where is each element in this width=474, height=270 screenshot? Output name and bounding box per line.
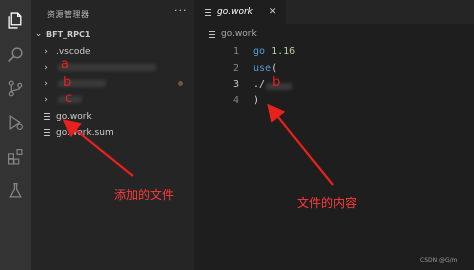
code-line[interactable]: use( — [253, 63, 277, 74]
file-lines-icon — [43, 112, 51, 121]
annotation-file-content: 文件的内容 — [297, 196, 358, 210]
file-lines-icon — [43, 128, 51, 137]
code-line[interactable]: ) — [253, 95, 259, 106]
chevron-right-icon: › — [44, 62, 48, 73]
code-keyword: use — [253, 63, 272, 74]
workspace-folder-name: BFT_RPC1 — [46, 29, 91, 39]
search-icon[interactable] — [0, 40, 31, 68]
code-text: ( — [271, 63, 278, 74]
tree-item-label: go.work — [56, 111, 92, 122]
line-number: 4 — [232, 95, 239, 106]
tab-bar: go.work ✕ — [194, 0, 474, 24]
breadcrumb-file: go.work — [221, 29, 257, 39]
explorer-title: 资源管理器 — [47, 10, 90, 19]
breadcrumb[interactable]: go.work — [208, 29, 257, 39]
run-debug-icon[interactable] — [0, 108, 31, 136]
tab-go-work[interactable]: go.work ✕ — [194, 0, 286, 24]
chevron-right-icon: › — [44, 94, 48, 105]
marker-c: c — [65, 91, 73, 106]
tree-item-go-work[interactable]: go.work — [41, 109, 191, 124]
close-icon[interactable]: ✕ — [269, 7, 277, 17]
code-text: 1.16 — [265, 46, 296, 57]
chevron-down-icon: ⌄ — [34, 29, 43, 39]
watermark: CSDN @G/m — [420, 257, 458, 264]
redacted-name — [58, 64, 156, 71]
workspace-folder[interactable]: ⌄ BFT_RPC1 — [33, 27, 91, 41]
marker-a: a — [61, 57, 69, 72]
extensions-icon[interactable] — [0, 142, 31, 170]
files-icon[interactable] — [0, 6, 31, 34]
code-text: ./ — [253, 79, 266, 90]
more-actions-button[interactable]: ··· — [174, 4, 188, 17]
chevron-right-icon: › — [44, 46, 48, 57]
code-line[interactable]: go 1.16 — [253, 46, 295, 57]
code-text: ) — [253, 95, 260, 106]
testing-icon[interactable] — [0, 176, 31, 204]
source-control-icon[interactable] — [0, 74, 31, 102]
activity-bar — [0, 0, 31, 270]
line-number: 2 — [232, 63, 239, 74]
file-lines-icon — [208, 30, 216, 39]
tree-item-label: .vscode — [56, 46, 91, 57]
code-line[interactable]: ./ — [253, 79, 265, 90]
marker-b: b — [272, 75, 281, 90]
modified-dot-icon — [178, 81, 183, 86]
file-lines-icon — [204, 8, 212, 17]
line-number: 1 — [232, 46, 239, 57]
annotation-added-files: 添加的文件 — [114, 188, 175, 202]
line-number: 3 — [232, 79, 239, 90]
editor-area: go.work ✕ go.work 1 go 1.16 2 use( 3 ./ … — [194, 0, 474, 270]
tree-item-label: go.work.sum — [56, 127, 114, 138]
tree-item-go-work-sum[interactable]: go.work.sum — [41, 125, 191, 140]
explorer-sidebar: 资源管理器 ··· ⌄ BFT_RPC1 › .vscode › a › b ›… — [31, 0, 194, 270]
marker-b: b — [63, 75, 72, 90]
code-keyword: go — [253, 46, 266, 57]
chevron-right-icon: › — [44, 78, 48, 89]
tab-label: go.work — [217, 7, 253, 17]
